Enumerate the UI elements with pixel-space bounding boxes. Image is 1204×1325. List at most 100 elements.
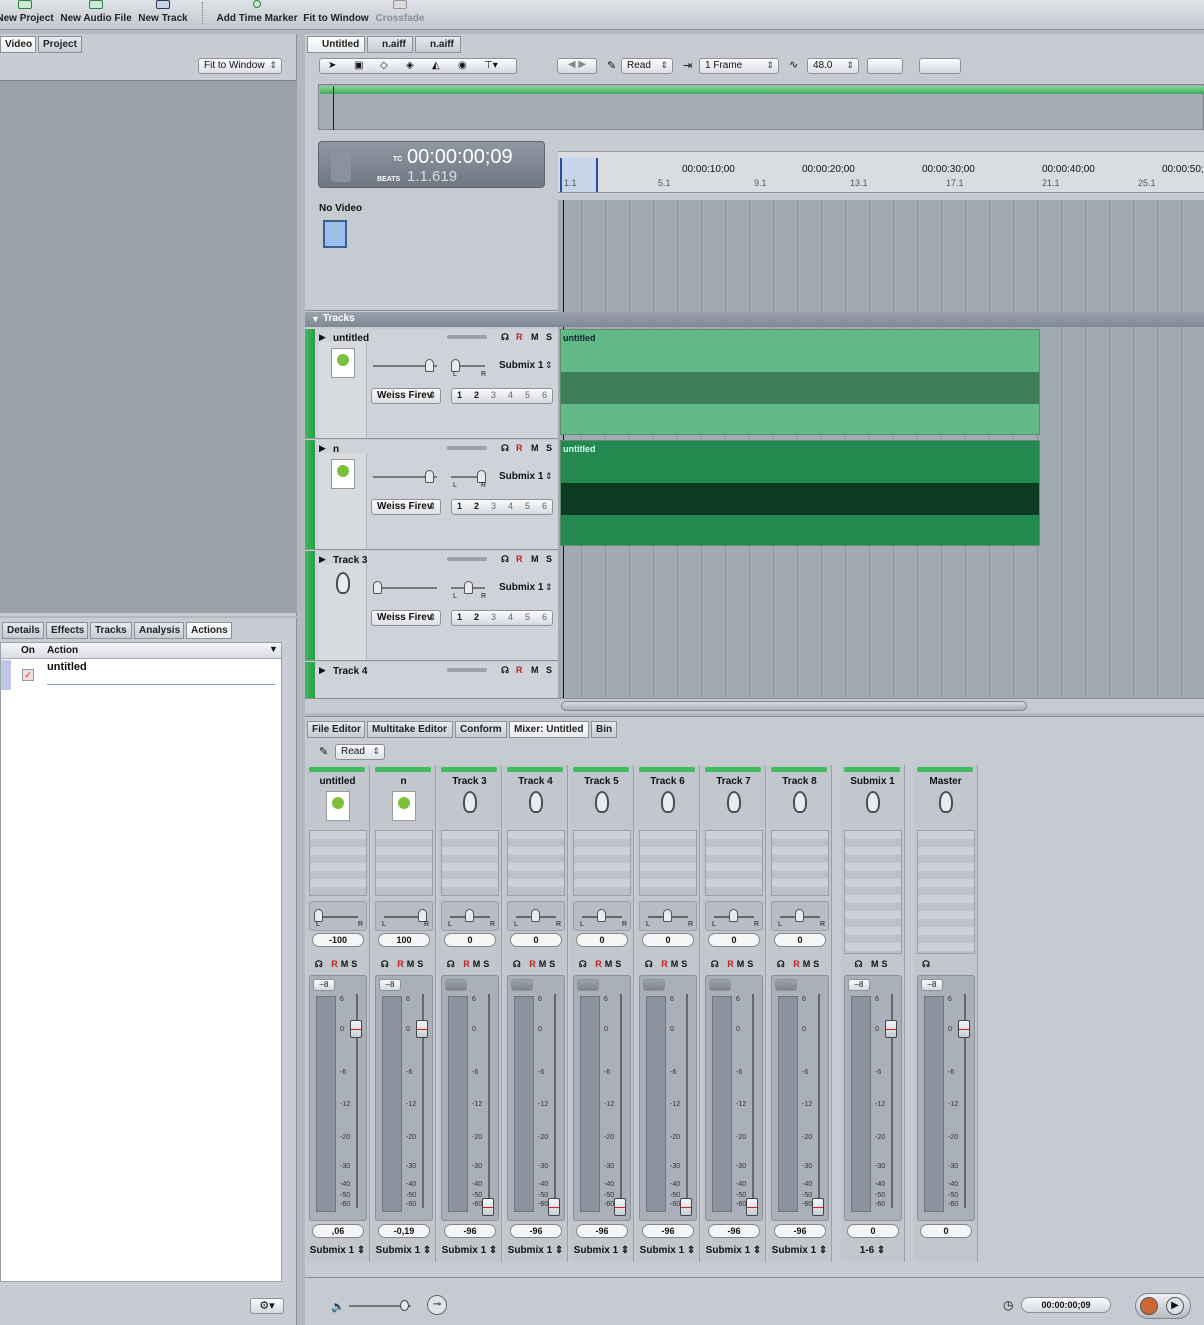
fader-knob[interactable] [680,1198,692,1216]
track-header-4[interactable]: ▶ Track 4 ☊ R M S [305,662,558,699]
effects-slot[interactable] [441,830,499,896]
pan-control[interactable]: LR [507,901,565,931]
tab-mixer[interactable]: Mixer: Untitled [509,721,589,738]
strip-output-popup[interactable]: 1-6 ⇕ [841,1245,904,1256]
tab-conform[interactable]: Conform [455,721,507,738]
meter-peak-button[interactable]: –8 [379,979,401,991]
output-popup-arrows-icon[interactable]: ⇕ [545,471,553,482]
arm-icon[interactable]: ☊ [315,959,332,969]
channel-button[interactable]: 6 [542,612,547,622]
mute-button[interactable]: M [803,959,814,969]
fader-value-field[interactable]: 0 [920,1224,972,1238]
audio-region-1[interactable]: untitled [560,329,1040,435]
solo-button[interactable]: S [351,959,360,969]
record-arm-button[interactable]: R [331,959,341,969]
volume-slider[interactable] [373,587,437,589]
record-arm-button[interactable]: R [463,959,473,969]
record-arm-button[interactable]: R [529,959,539,969]
fade-tool-icon[interactable]: ⊤▾ [484,60,498,71]
pan-value-field[interactable]: 0 [576,933,628,947]
strip-name[interactable]: n [372,776,435,787]
doc-tab-n-aiff-1[interactable]: n.aiff [367,36,413,53]
mute-button[interactable]: M [871,959,882,969]
pan-knob[interactable] [465,909,474,922]
track-header-3[interactable]: ▶Track 3☊RMSLRSubmix 1⇕Weiss Firev123456 [305,551,558,661]
pan-control[interactable]: LR [705,901,763,931]
fader-knob[interactable] [482,1198,494,1216]
track-output-popup[interactable]: Submix 1 [499,360,543,371]
mute-button[interactable]: M [341,959,352,969]
record-arm-button[interactable]: R [516,443,523,453]
scrub-tool-icon[interactable]: ◉ [458,60,467,71]
arm-icon[interactable]: ☊ [501,665,509,676]
pan-control[interactable]: LR [441,901,499,931]
solo-button[interactable]: S [546,443,552,453]
channel-button[interactable]: 4 [508,390,513,400]
tab-actions[interactable]: Actions [186,622,232,639]
arm-icon[interactable]: ☊ [579,959,596,969]
tab-bin[interactable]: Bin [591,721,617,738]
fader-knob[interactable] [885,1020,897,1038]
add-time-marker-button[interactable]: Add Time Marker [214,0,300,28]
effects-slot[interactable] [507,830,565,896]
track-header-1[interactable]: ▶untitled☊RMSLRSubmix 1⇕Weiss Firev12345… [305,329,558,439]
fader-value-field[interactable]: -0,19 [378,1224,430,1238]
strip-output-popup[interactable]: Submix 1 ⇕ [306,1245,369,1256]
strip-name[interactable]: Track 7 [702,776,765,787]
fader-knob[interactable] [350,1020,362,1038]
channel-button[interactable]: 5 [525,501,530,511]
arm-icon[interactable]: ☊ [513,959,530,969]
pan-value-field[interactable]: 0 [642,933,694,947]
track-name[interactable]: Track 4 [333,666,367,677]
meter-peak-button[interactable] [445,979,467,991]
mixer-automation-popup[interactable]: Read [335,744,385,760]
effects-slot[interactable] [309,830,367,896]
record-arm-button[interactable]: R [727,959,737,969]
loop-button[interactable]: ⊸ [427,1295,447,1315]
arm-icon[interactable]: ☊ [381,959,398,969]
pan-control[interactable]: LR [771,901,829,931]
meter-peak-button[interactable] [709,979,731,991]
strip-output-popup[interactable]: Submix 1 ⇕ [768,1245,831,1256]
tab-analysis[interactable]: Analysis [134,622,184,639]
disclosure-triangle-icon[interactable]: ▼ [311,314,320,324]
strip-output-popup[interactable]: Submix 1 ⇕ [702,1245,765,1256]
arm-icon[interactable]: ☊ [501,332,509,343]
record-arm-button[interactable]: R [397,959,407,969]
arm-icon[interactable]: ☊ [501,554,509,565]
fader-value-field[interactable]: -96 [708,1224,760,1238]
tab-file-editor[interactable]: File Editor [307,721,365,738]
play-button[interactable]: ▶ [1166,1297,1184,1315]
output-popup-arrows-icon[interactable]: ⇕ [545,582,553,593]
action-on-checkbox[interactable]: ✓ [22,669,34,681]
effects-slot[interactable] [705,830,763,896]
fader-value-field[interactable]: 0 [847,1224,899,1238]
timeslice-tool-icon[interactable]: ◭ [432,60,440,71]
solo-button[interactable]: S [546,554,552,564]
channel-button[interactable]: 5 [525,390,530,400]
automation-mode-popup[interactable]: Read [621,58,673,74]
channel-button[interactable]: 6 [542,501,547,511]
track-output-popup[interactable]: Submix 1 [499,582,543,593]
mute-button[interactable]: M [605,959,616,969]
arm-icon[interactable]: ☊ [777,959,794,969]
effects-slot[interactable] [917,830,975,954]
pointer-tool-icon[interactable]: ➤ [328,60,336,71]
meter-peak-button[interactable] [775,979,797,991]
arm-icon[interactable]: ☊ [447,959,464,969]
record-arm-button[interactable]: R [595,959,605,969]
doc-tab-n-aiff-2[interactable]: n.aiff [415,36,461,53]
fader-value-field[interactable]: -96 [444,1224,496,1238]
transport-timecode-field[interactable]: 00:00:00;09 [1021,1297,1111,1313]
pan-value-field[interactable]: -100 [312,933,364,947]
action-row-label[interactable]: untitled [47,661,87,673]
fader-value-field[interactable]: -96 [774,1224,826,1238]
metronome-icon[interactable]: ◷ [1003,1298,1013,1312]
sort-arrow-icon[interactable]: ▼ [269,644,278,654]
record-arm-button[interactable]: R [516,332,523,342]
strip-name[interactable]: untitled [306,776,369,787]
fader-knob[interactable] [812,1198,824,1216]
arm-icon[interactable]: ☊ [711,959,728,969]
meter-peak-button[interactable] [577,979,599,991]
channel-button[interactable]: 3 [491,390,496,400]
